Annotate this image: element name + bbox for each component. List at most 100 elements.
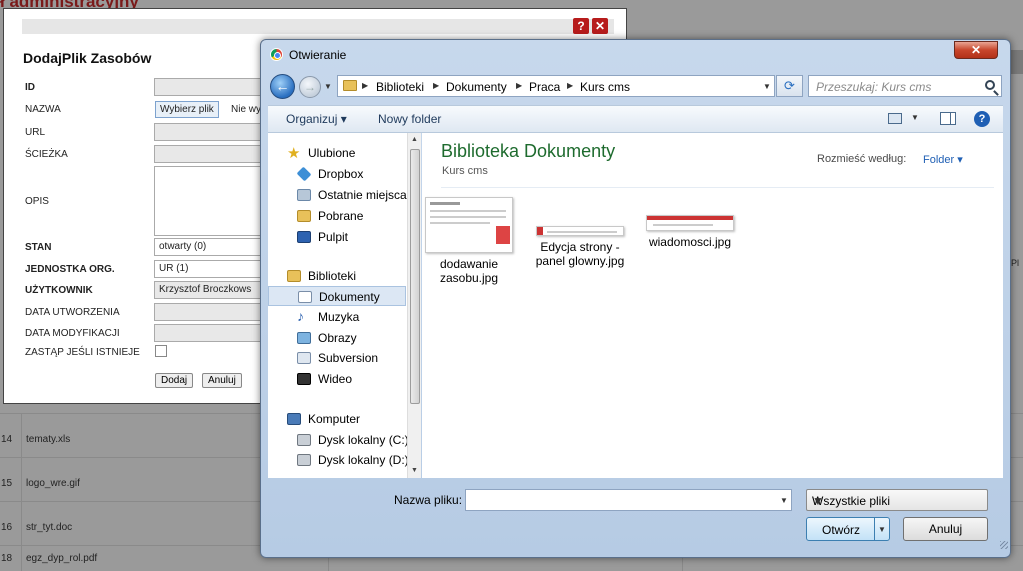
chevron-right-icon[interactable]: ▶ <box>433 81 439 90</box>
file-type-select[interactable]: Wszystkie pliki ▼ <box>806 489 988 511</box>
arrow-left-icon: ← <box>275 78 290 94</box>
divider <box>441 187 994 188</box>
dialog-titlebar[interactable] <box>22 19 614 34</box>
row-filename[interactable]: tematy.xls <box>26 434 70 445</box>
chevron-down-icon[interactable]: ▼ <box>911 113 919 122</box>
url-field[interactable] <box>154 123 274 141</box>
organize-button[interactable]: Organizuj ▾ <box>286 112 347 126</box>
chevron-down-icon[interactable]: ▼ <box>780 496 788 505</box>
jednostka-label: JEDNOSTKA ORG. <box>25 264 115 275</box>
history-dropdown-icon[interactable]: ▼ <box>324 82 332 91</box>
chevron-right-icon[interactable]: ▶ <box>362 81 368 90</box>
open-button-label: Otwórz <box>822 523 861 537</box>
nav-item-ostatnie-miejsca[interactable]: Ostatnie miejsca <box>268 185 407 205</box>
library-folder-icon <box>297 352 311 364</box>
preview-pane-icon[interactable] <box>940 112 956 125</box>
cancel-button[interactable]: Anuluj <box>903 517 988 541</box>
back-button[interactable]: ← <box>270 74 295 99</box>
forward-button[interactable]: → <box>299 76 321 98</box>
file-name: dodawanie zasobu.jpg <box>439 257 499 285</box>
breadcrumb-biblioteki[interactable]: Biblioteki <box>376 80 424 94</box>
nav-item-dysk-d[interactable]: Dysk lokalny (D:) <box>268 450 409 470</box>
image-thumbnail <box>646 215 734 231</box>
address-bar[interactable]: ▶ Biblioteki ▶ Dokumenty ▶ Praca ▶ Kurs … <box>337 75 775 97</box>
url-label: URL <box>25 127 46 138</box>
file-name: wiadomosci.jpg <box>648 235 732 249</box>
close-button[interactable]: ✕ <box>592 18 608 34</box>
documents-icon <box>298 291 312 303</box>
stan-select[interactable]: otwarty (0) <box>154 238 274 256</box>
row-number: 16 <box>0 502 22 545</box>
nav-item-biblioteki[interactable]: Biblioteki <box>268 266 406 286</box>
chevron-down-icon[interactable]: ▼ <box>812 494 824 508</box>
id-label: ID <box>25 82 35 93</box>
nav-scrollbar[interactable]: ▲ ▼ <box>407 133 421 478</box>
breadcrumb-dokumenty[interactable]: Dokumenty <box>446 80 507 94</box>
dodaj-button[interactable]: Dodaj <box>155 373 194 388</box>
nav-item-pobrane[interactable]: Pobrane <box>268 206 406 226</box>
file-item[interactable]: Edycja strony - panel glowny.jpg <box>525 226 635 268</box>
nav-item-obrazy[interactable]: Obrazy <box>268 328 406 348</box>
anuluj-button[interactable]: Anuluj <box>202 373 242 388</box>
uzytkownik-field: Krzysztof Broczkows <box>154 281 274 299</box>
search-icon[interactable] <box>985 80 995 90</box>
arrange-by-label: Rozmieść według: <box>817 153 907 165</box>
library-subheading: Kurs cms <box>442 165 488 177</box>
dialog-heading: DodajPlik Zasobów <box>23 50 152 66</box>
row-number: 15 <box>0 458 22 501</box>
open-button[interactable]: Otwórz ▼ <box>806 517 890 541</box>
choose-file-button[interactable]: Wybierz plik <box>155 101 219 118</box>
desktop-icon <box>297 231 311 243</box>
opis-textarea[interactable] <box>154 166 274 236</box>
nav-item-komputer[interactable]: Komputer <box>268 409 406 429</box>
breadcrumb-kurs-cms[interactable]: Kurs cms <box>580 80 630 94</box>
downloads-folder-icon <box>297 210 311 222</box>
folder-icon <box>343 80 357 91</box>
filename-input[interactable]: ▼ <box>465 489 792 511</box>
star-icon: ★ <box>287 145 301 162</box>
dropbox-icon <box>296 166 312 182</box>
nav-item-dysk-c[interactable]: Dysk lokalny (C:) <box>268 430 409 450</box>
row-filename[interactable]: str_tyt.doc <box>26 522 72 533</box>
chevron-down-icon[interactable]: ▼ <box>878 525 886 534</box>
navigation-pane: ★ Ulubione Dropbox Ostatnie miejsca Pobr… <box>268 133 421 478</box>
jednostka-select[interactable]: UR (1) <box>154 260 274 278</box>
nav-item-dokumenty[interactable]: Dokumenty <box>268 286 406 306</box>
refresh-button[interactable]: ⟳ <box>776 75 803 97</box>
nav-item-subversion[interactable]: Subversion <box>268 348 406 368</box>
nav-item-muzyka[interactable]: ♪ Muzyka <box>268 307 406 327</box>
scroll-up-icon[interactable]: ▲ <box>411 136 418 143</box>
row-filename[interactable]: egz_dyp_rol.pdf <box>26 553 97 564</box>
nav-item-wideo[interactable]: Wideo <box>268 369 406 389</box>
chevron-down-icon[interactable]: ▼ <box>763 82 771 91</box>
chevron-right-icon[interactable]: ▶ <box>516 81 522 90</box>
close-button[interactable]: ✕ <box>954 41 998 59</box>
search-input[interactable]: Przeszukaj: Kurs cms <box>808 75 1002 97</box>
file-item[interactable]: wiadomosci.jpg <box>635 215 745 249</box>
file-list-pane: Biblioteka Dokumenty Kurs cms Rozmieść w… <box>422 133 1003 478</box>
scroll-down-icon[interactable]: ▼ <box>411 467 418 474</box>
video-icon <box>297 373 311 385</box>
breadcrumb-praca[interactable]: Praca <box>529 80 560 94</box>
stan-label: STAN <box>25 242 52 253</box>
arrow-right-icon: → <box>304 80 316 94</box>
resize-grip[interactable] <box>1000 541 1008 549</box>
recent-places-icon <box>297 189 311 201</box>
nav-item-dropbox[interactable]: Dropbox <box>268 164 406 184</box>
arrange-by-dropdown[interactable]: Folder ▾ <box>923 153 963 166</box>
new-folder-button[interactable]: Nowy folder <box>378 112 441 126</box>
data-utworzenia-label: DATA UTWORZENIA <box>25 307 120 318</box>
row-filename[interactable]: logo_wre.gif <box>26 478 80 489</box>
zastap-label: ZASTĄP JEŚLI ISTNIEJE <box>25 347 140 358</box>
view-options-icon[interactable] <box>888 113 902 124</box>
nav-item-ulubione[interactable]: ★ Ulubione <box>268 143 406 163</box>
uzytkownik-label: UŻYTKOWNIK <box>25 285 93 296</box>
chevron-right-icon[interactable]: ▶ <box>567 81 573 90</box>
nav-item-pulpit[interactable]: Pulpit <box>268 227 406 247</box>
help-icon[interactable]: ? <box>974 111 990 127</box>
sciezka-field[interactable] <box>154 145 274 163</box>
file-item[interactable]: dodawanie zasobu.jpg <box>414 197 524 285</box>
drive-icon <box>297 434 311 446</box>
help-button[interactable]: ? <box>573 18 589 34</box>
zastap-checkbox[interactable] <box>155 345 167 357</box>
